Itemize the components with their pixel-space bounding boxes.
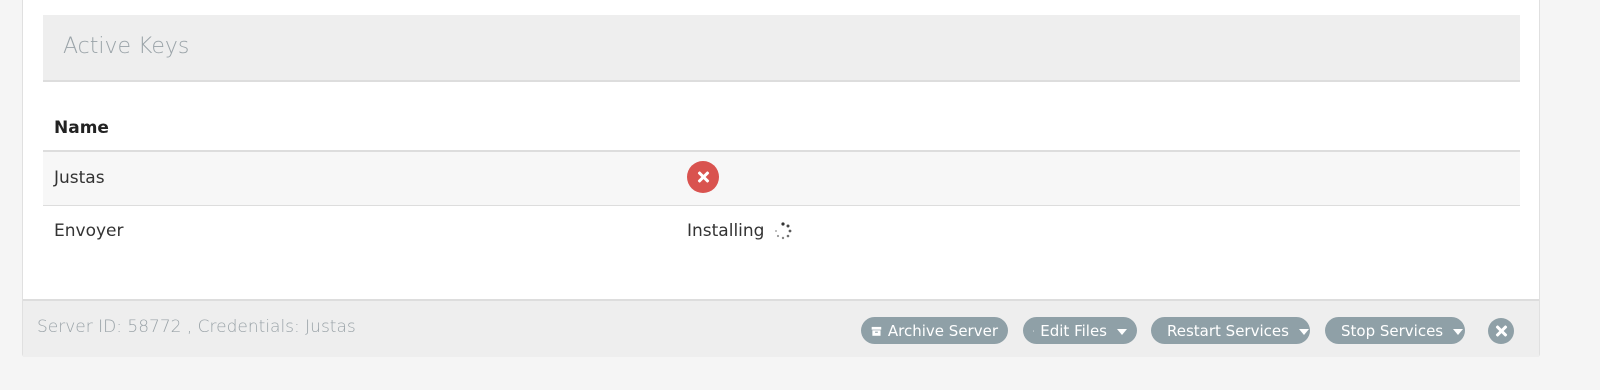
edit-files-label: Edit Files — [1040, 321, 1107, 340]
chevron-down-icon — [1117, 328, 1127, 335]
table-header-row: Name — [43, 106, 1520, 152]
close-button[interactable] — [1488, 318, 1514, 344]
stop-services-label: Stop Services — [1341, 321, 1444, 340]
archive-icon — [871, 326, 882, 336]
archive-server-label: Archive Server — [887, 321, 998, 340]
delete-key-button[interactable] — [687, 160, 719, 193]
stop-services-button[interactable]: Stop Services — [1325, 317, 1465, 344]
edit-files-button[interactable]: Edit Files — [1023, 317, 1137, 344]
server-info: Server ID: 58772 , Credentials: Justas — [37, 317, 356, 337]
key-name-cell: Envoyer — [54, 220, 124, 241]
column-header-name: Name — [43, 106, 676, 152]
archive-server-button[interactable]: Archive Server — [861, 317, 1008, 344]
key-action-cell — [676, 151, 1520, 206]
edit-icon — [1033, 330, 1035, 332]
panel-title: Active Keys — [63, 34, 190, 59]
keys-table: Name Justas Envoyer Installing — [43, 106, 1520, 256]
panel-footer: Server ID: 58772 , Credentials: Justas A… — [23, 299, 1539, 357]
table-row: Justas — [43, 151, 1520, 206]
panel-heading: Active Keys — [43, 15, 1520, 82]
restart-services-label: Restart Services — [1167, 321, 1289, 340]
key-name-cell: Justas — [43, 151, 676, 206]
table-row: Envoyer Installing — [43, 205, 1520, 256]
active-keys-panel: Active Keys Name Justas Envoyer Installi… — [22, 0, 1540, 357]
chevron-down-icon — [1298, 328, 1309, 335]
key-status-cell: Installing — [676, 205, 1520, 256]
installing-status: Installing — [687, 220, 765, 241]
column-header-actions — [676, 106, 1520, 152]
chevron-down-icon — [1453, 328, 1464, 335]
spinner-icon — [774, 222, 792, 239]
restart-services-button[interactable]: Restart Services — [1151, 317, 1310, 344]
